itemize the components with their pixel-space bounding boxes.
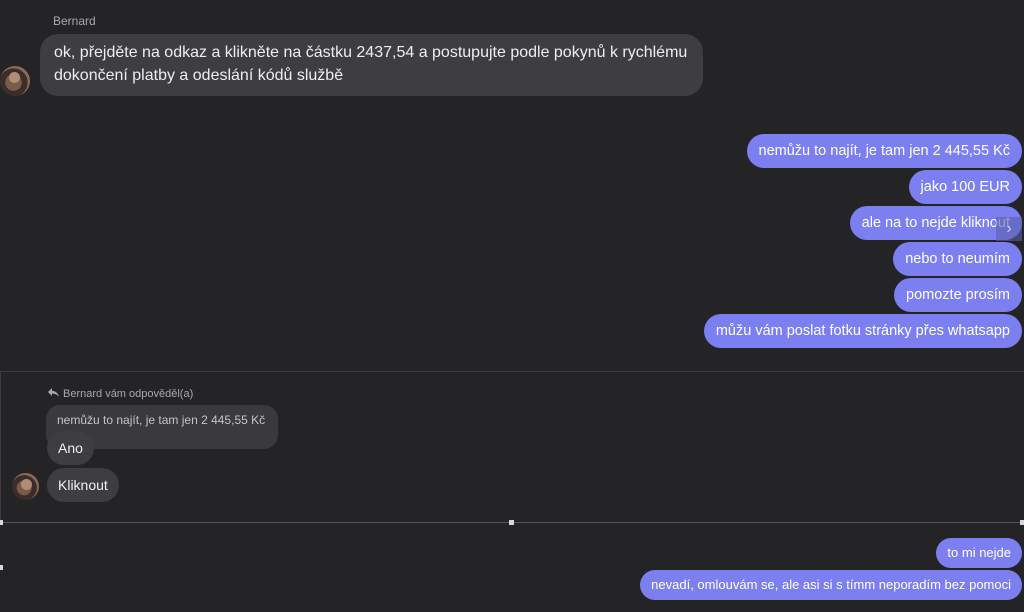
outgoing-message[interactable]: můžu vám poslat fotku stránky přes whats… <box>703 314 1022 348</box>
incoming-message[interactable]: ok, přejděte na odkaz a klikněte na část… <box>40 34 703 96</box>
resize-handle[interactable] <box>1020 520 1024 525</box>
reply-message[interactable]: Kliknout <box>47 468 119 502</box>
avatar[interactable] <box>12 473 39 500</box>
sender-name: Bernard <box>53 14 96 28</box>
outgoing-message[interactable]: nevadí, omlouvám se, ale asi si s tímm n… <box>640 570 1022 600</box>
resize-handle[interactable] <box>509 520 514 525</box>
section-divider <box>0 371 1024 372</box>
resize-handle[interactable] <box>0 565 3 570</box>
section-border <box>0 371 1 523</box>
reply-label-text: Bernard vám odpověděl(a) <box>63 388 194 400</box>
outgoing-message[interactable]: nemůžu to najít, je tam jen 2 445,55 Kč <box>746 134 1022 168</box>
outgoing-message[interactable]: pomozte prosím <box>894 278 1022 312</box>
reply-label: Bernard vám odpověděl(a) <box>48 388 193 400</box>
chevron-right-icon[interactable]: › <box>996 217 1022 241</box>
outgoing-message[interactable]: nebo to neumím <box>893 242 1022 276</box>
outgoing-message[interactable]: jako 100 EUR <box>908 170 1022 204</box>
outgoing-message[interactable]: to mi nejde <box>936 538 1022 568</box>
avatar[interactable] <box>0 66 30 96</box>
resize-handle[interactable] <box>0 520 3 525</box>
reply-arrow-icon <box>48 388 59 400</box>
reply-message[interactable]: Ano <box>47 431 94 465</box>
